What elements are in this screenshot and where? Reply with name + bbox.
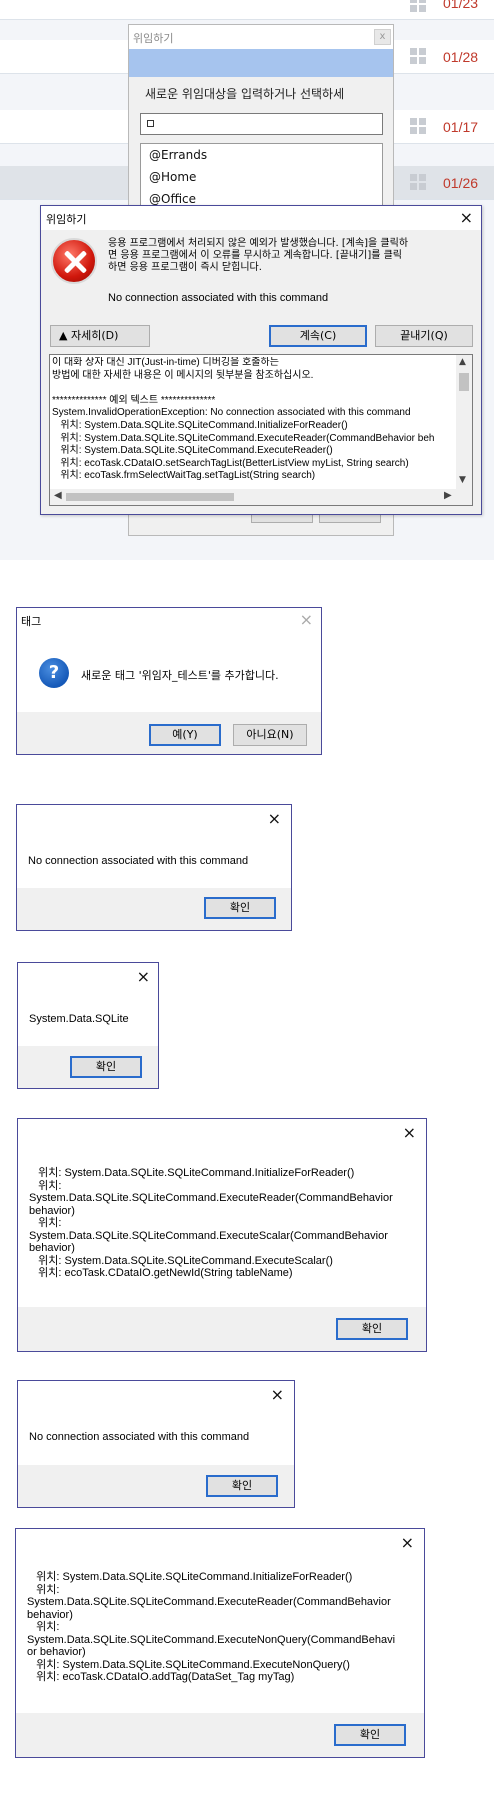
message-box: × 위치: System.Data.SQLite.SQLiteCommand.I… [17,1118,427,1352]
details-button[interactable]: ▲ 자세히(D) [50,325,150,347]
message-text: System.Data.SQLite [29,1013,129,1025]
delegate-dialog-title: 위임하기 [133,32,174,45]
close-icon[interactable]: × [137,969,150,985]
task-row[interactable]: 01/23 [0,0,494,20]
dialog-footer: 예(Y) 아니요(N) [17,712,321,754]
grid-icon [410,118,426,134]
tag-dialog-title: 태그 [21,615,42,628]
message-box: × No connection associated with this com… [16,804,292,931]
dialog-footer: 확인 [18,1465,294,1507]
error-dialog-title: 위임하기 [46,213,87,226]
continue-button[interactable]: 계속(C) [269,325,367,347]
task-date: 01/28 [443,49,479,65]
details-panel[interactable]: 이 대화 상자 대신 JIT(Just-in-time) 디버깅을 호출하는 방… [49,354,473,506]
app-background: 01/23 01/28 01/17 01/26 위임하기 x 새로운 위임대상을… [0,0,494,560]
scroll-thumb[interactable] [66,493,234,501]
close-icon[interactable]: x [374,29,391,45]
scroll-right-icon[interactable]: ▶ [444,490,452,501]
scroll-left-icon[interactable]: ◀ [54,490,62,501]
dialog-footer: 확인 [16,1713,424,1757]
horizontal-scrollbar[interactable]: ◀ ▶ [50,489,458,505]
close-icon[interactable]: × [271,1387,284,1403]
delegate-dialog-titlebar: 위임하기 x [129,25,393,49]
no-button[interactable]: 아니요(N) [233,724,307,746]
message-text: 위치: System.Data.SQLite.SQLiteCommand.Ini… [27,1571,396,1683]
error-dialog: 위임하기 × 응용 프로그램에서 처리되지 않은 예외가 발생했습니다. [계속… [40,205,482,515]
close-icon[interactable]: × [401,1535,414,1551]
task-date: 01/17 [443,119,479,135]
close-icon[interactable]: × [460,210,473,226]
close-icon[interactable]: × [403,1125,416,1141]
tag-dialog: 태그 × ? 새로운 태그 '위임자_테스트'를 추가합니다. 예(Y) 아니요… [16,607,322,755]
scroll-up-icon[interactable]: ▲ [459,357,466,367]
header-band [129,49,393,77]
delegate-list[interactable]: @Errands @Home @Office [140,143,383,213]
list-item[interactable]: @Errands [141,144,382,166]
dialog-footer: 확인 [17,888,291,930]
caret-icon [147,120,154,127]
message-text: No connection associated with this comma… [28,855,249,867]
error-text: No connection associated with this comma… [108,292,329,304]
error-message: 응용 프로그램에서 처리되지 않은 예외가 발생했습니다. [계속]을 클릭하 … [108,238,409,273]
details-text: 이 대화 상자 대신 JIT(Just-in-time) 디버깅을 호출하는 방… [52,357,435,482]
task-date: 01/26 [443,175,479,191]
ok-button[interactable]: 확인 [334,1724,406,1746]
ok-button[interactable]: 확인 [204,897,276,919]
message-text: 위치: System.Data.SQLite.SQLiteCommand.Ini… [29,1167,393,1279]
list-item[interactable]: @Home [141,166,382,188]
message-box: × System.Data.SQLite 확인 [17,962,159,1089]
question-icon: ? [39,658,69,688]
quit-button[interactable]: 끝내기(Q) [375,325,473,347]
delegate-prompt: 새로운 위임대상을 입력하거나 선택하세 [145,87,345,101]
dialog-footer: 확인 [18,1307,426,1351]
close-icon[interactable]: × [300,612,313,628]
message-text: No connection associated with this comma… [29,1431,250,1443]
ok-button[interactable]: 확인 [206,1475,278,1497]
ok-button[interactable]: 확인 [336,1318,408,1340]
grid-icon [410,0,426,12]
message-box: × No connection associated with this com… [17,1380,295,1508]
scroll-thumb[interactable] [459,373,469,391]
vertical-scrollbar[interactable]: ▲ ▼ [456,355,472,489]
ok-button[interactable]: 확인 [70,1056,142,1078]
error-dialog-titlebar: 위임하기 × [41,206,481,230]
scroll-corner [456,489,472,505]
delegate-input[interactable] [140,113,383,135]
close-icon[interactable]: × [268,811,281,827]
error-icon [51,238,97,284]
scroll-down-icon[interactable]: ▼ [459,475,466,485]
grid-icon [410,174,426,190]
message-box: × 위치: System.Data.SQLite.SQLiteCommand.I… [15,1528,425,1758]
task-date: 01/23 [443,0,479,11]
grid-icon [410,48,426,64]
dialog-footer: 확인 [18,1046,158,1088]
yes-button[interactable]: 예(Y) [149,724,221,746]
tag-dialog-message: 새로운 태그 '위임자_테스트'를 추가합니다. [81,669,279,682]
